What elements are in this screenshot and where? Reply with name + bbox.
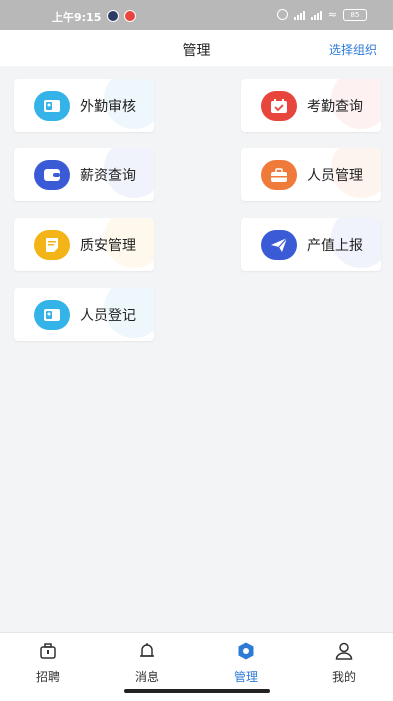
user-icon [335,642,353,660]
hexagon-icon [238,642,254,660]
menu-card-label: 人员登记 [80,308,136,324]
document-icon [34,230,70,260]
nav-item-recruitment[interactable]: 招聘 [18,641,78,685]
menu-card-personnel-management[interactable]: 人员管理 [241,148,381,201]
nav-item-label: 我的 [331,670,356,684]
id-card-icon [34,91,70,121]
home-indicator [124,689,270,693]
briefcase-icon [261,160,297,190]
signal-icon [293,10,305,20]
nav-item-mine[interactable]: 我的 [314,641,374,685]
menu-card-salary-query[interactable]: 薪资查询 [14,148,154,201]
nav-item-messages[interactable]: 消息 [117,641,177,685]
paper-plane-icon [261,230,297,260]
menu-card-output-report[interactable]: 产值上报 [241,218,381,271]
nav-item-label: 消息 [134,670,159,684]
nav-item-management[interactable]: 管理 [216,641,276,685]
status-time: 上午9:15 [52,11,102,24]
menu-card-quality-safety[interactable]: 质安管理 [14,218,154,271]
battery-icon: 85 [343,8,367,21]
menu-card-personnel-registration[interactable]: 人员登记 [14,288,154,341]
calendar-check-icon [261,91,297,121]
app-notification-icon [124,10,136,22]
signal-icon [310,10,322,20]
nav-item-label: 管理 [233,670,258,684]
header: 管理 选择组织 [0,30,393,66]
wallet-icon [34,160,70,190]
menu-card-field-audit[interactable]: 外勤审核 [14,79,154,132]
menu-card-label: 质安管理 [80,238,136,254]
briefcase-icon [40,643,56,659]
alarm-icon [276,9,288,20]
wifi-icon: ≈ [327,8,337,21]
menu-card-label: 薪资查询 [80,168,136,184]
select-organization-button[interactable]: 选择组织 [329,41,377,58]
bell-icon [140,643,154,657]
menu-card-label: 产值上报 [307,238,363,254]
id-card-icon [34,300,70,330]
menu-card-attendance-query[interactable]: 考勤查询 [241,79,381,132]
menu-card-label: 外勤审核 [80,99,136,115]
status-indicators: ≈ 85 [276,8,367,21]
status-bar: 上午9:15 ≈ 85 [0,0,393,30]
app-notification-icon [107,10,119,22]
nav-item-label: 招聘 [35,670,60,684]
menu-card-label: 人员管理 [307,168,363,184]
menu-card-label: 考勤查询 [307,99,363,115]
